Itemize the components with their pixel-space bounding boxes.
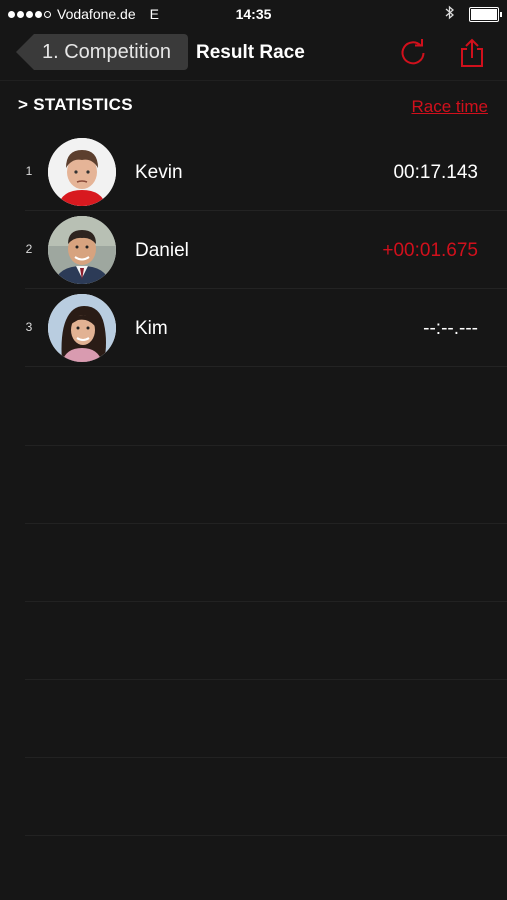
race-time-value: --:--.---: [423, 318, 478, 339]
row-divider: [25, 366, 507, 367]
statistics-header: > STATISTICS Race time: [0, 80, 507, 128]
empty-row-divider: [25, 445, 507, 446]
status-time: 14:35: [235, 6, 272, 22]
share-icon[interactable]: [457, 38, 487, 68]
page-title: Result Race: [196, 42, 305, 63]
empty-row-divider: [25, 835, 507, 836]
result-row[interactable]: 3 Kim --:--.---: [0, 289, 507, 367]
empty-row-divider: [25, 601, 507, 602]
racer-name: Kevin: [135, 162, 183, 183]
racer-name: Kim: [135, 318, 168, 339]
navigation-bar: 1. Competition Result Race: [0, 28, 507, 81]
result-row[interactable]: 2 Daniel +00:01.675: [0, 211, 507, 289]
result-row[interactable]: 1 Kevin 00:17.143: [0, 133, 507, 211]
empty-row-divider: [25, 523, 507, 524]
racer-name: Daniel: [135, 240, 189, 261]
avatar-daniel: [48, 216, 116, 284]
status-bar: Vodafone.de E 14:35: [0, 0, 507, 28]
result-rank: 2: [25, 242, 33, 256]
result-rank: 3: [25, 320, 33, 334]
refresh-icon[interactable]: [398, 38, 428, 68]
back-button[interactable]: 1. Competition: [16, 34, 188, 70]
race-time-gap: +00:01.675: [382, 240, 478, 261]
bluetooth-icon: [445, 5, 455, 23]
empty-row-divider: [25, 757, 507, 758]
race-time-sort-link[interactable]: Race time: [411, 97, 488, 117]
back-button-label: 1. Competition: [42, 40, 171, 63]
statistics-title[interactable]: > STATISTICS: [18, 95, 133, 115]
empty-row-divider: [25, 679, 507, 680]
race-time-value: 00:17.143: [393, 162, 478, 183]
status-right: [445, 5, 502, 23]
avatar-kevin: [48, 138, 116, 206]
result-rank: 1: [25, 164, 33, 178]
avatar-kim: [48, 294, 116, 362]
battery-icon: [469, 6, 502, 22]
